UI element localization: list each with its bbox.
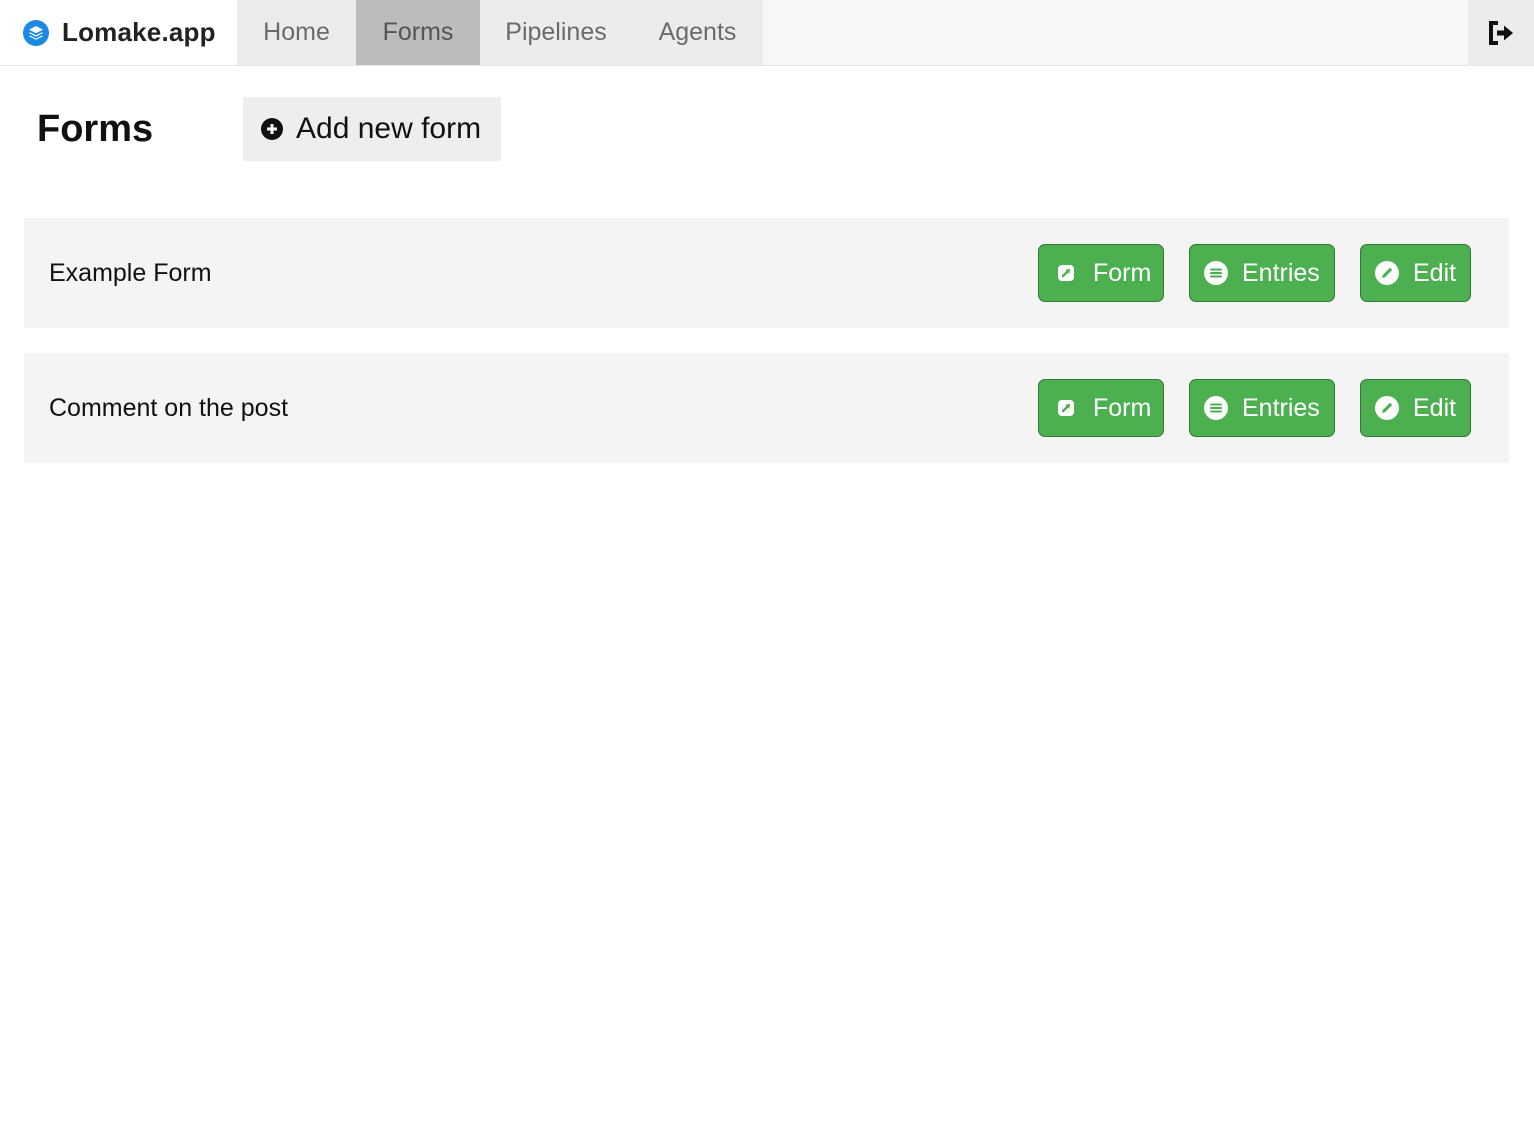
main-nav: Home Forms Pipelines Agents <box>237 0 763 65</box>
top-navigation-bar: Lomake.app Home Forms Pipelines Agents <box>0 0 1534 66</box>
external-link-icon <box>1058 400 1074 416</box>
add-new-form-button[interactable]: Add new form <box>243 97 501 161</box>
form-name: Example Form <box>49 258 212 287</box>
open-form-label: Form <box>1093 393 1152 422</box>
open-form-label: Form <box>1093 258 1152 287</box>
edit-button[interactable]: Edit <box>1360 379 1471 437</box>
edit-label: Edit <box>1413 258 1457 287</box>
logout-button[interactable] <box>1468 0 1534 65</box>
entries-button[interactable]: Entries <box>1189 244 1335 302</box>
list-circle-icon <box>1204 396 1228 420</box>
open-form-button[interactable]: Form <box>1038 244 1164 302</box>
open-form-button[interactable]: Form <box>1038 379 1164 437</box>
entries-button[interactable]: Entries <box>1189 379 1335 437</box>
plus-circle-icon <box>261 118 283 140</box>
form-row: Comment on the post Form Entries Edit <box>24 353 1509 463</box>
entries-label: Entries <box>1242 393 1320 422</box>
nav-item-home[interactable]: Home <box>237 0 356 65</box>
form-actions: Form Entries Edit <box>1038 244 1471 302</box>
pencil-circle-icon <box>1375 396 1399 420</box>
entries-label: Entries <box>1242 258 1320 287</box>
edit-label: Edit <box>1413 393 1457 422</box>
form-row: Example Form Form Entries Edit <box>24 218 1509 328</box>
form-list: Example Form Form Entries Edit Comment o… <box>24 218 1509 488</box>
edit-button[interactable]: Edit <box>1360 244 1471 302</box>
brand-name: Lomake.app <box>62 17 216 47</box>
add-new-form-label: Add new form <box>296 112 482 145</box>
form-actions: Form Entries Edit <box>1038 379 1471 437</box>
page-title: Forms <box>37 108 154 150</box>
nav-item-forms[interactable]: Forms <box>356 0 480 65</box>
nav-item-agents[interactable]: Agents <box>632 0 763 65</box>
pencil-circle-icon <box>1375 261 1399 285</box>
list-circle-icon <box>1204 261 1228 285</box>
nav-item-pipelines[interactable]: Pipelines <box>480 0 632 65</box>
external-link-icon <box>1058 265 1074 281</box>
form-name: Comment on the post <box>49 393 289 422</box>
brand[interactable]: Lomake.app <box>0 0 237 65</box>
layers-logo-icon <box>23 19 49 46</box>
logout-icon <box>1489 20 1513 45</box>
